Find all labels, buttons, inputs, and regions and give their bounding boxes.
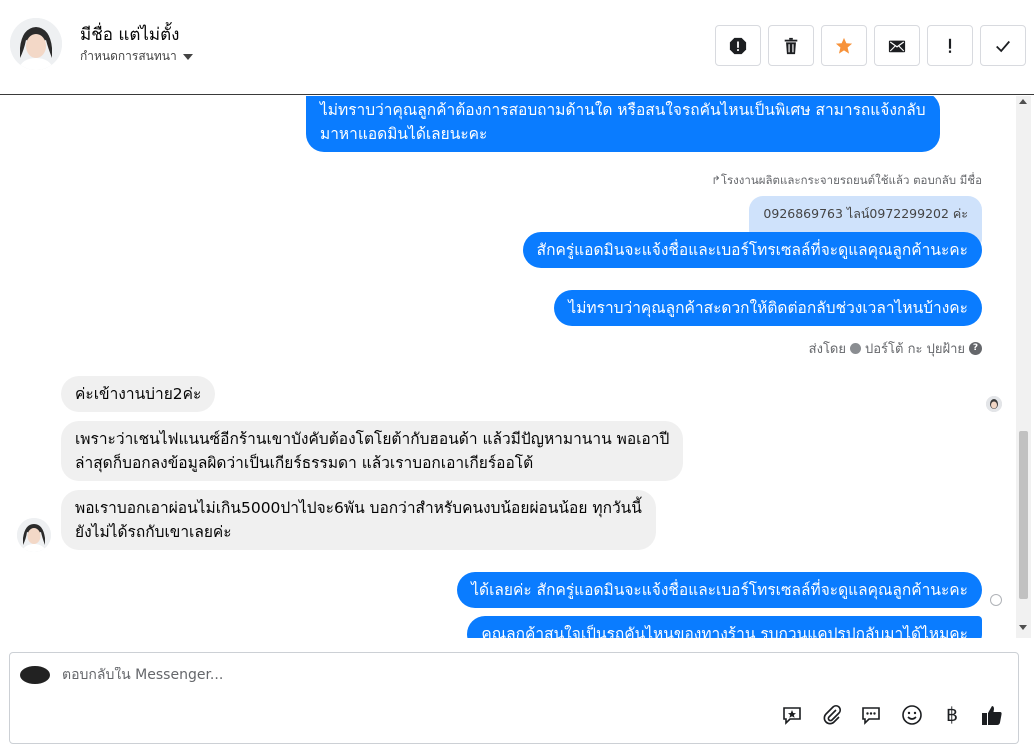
help-icon[interactable]: ?: [969, 342, 982, 355]
conversation-schedule-dropdown[interactable]: กำหนดการสนทนา: [80, 47, 193, 66]
conversation-schedule-label: กำหนดการสนทนา: [80, 49, 177, 63]
scroll-up-arrow-icon[interactable]: [1019, 99, 1027, 104]
sent-by-prefix: ส่งโดย: [808, 342, 846, 357]
contact-avatar[interactable]: [10, 18, 62, 70]
envelope-icon: [888, 40, 906, 52]
alert-octagon-icon: [729, 37, 747, 54]
trash-icon: [784, 37, 798, 54]
spam-button[interactable]: [715, 25, 761, 66]
page-badge-icon: [850, 343, 861, 354]
outgoing-message[interactable]: สักครู่แอดมินจะแจ้งชื่อและเบอร์โทรเซลล์ท…: [522, 232, 982, 268]
message-line: ล่าสุดก็บอกลงข้อมูลผิดว่าเป็นเกียร์ธรรมด…: [75, 454, 534, 472]
message-line: พอเราบอกเอาผ่อนไม่เกิน5000ปาไปจะ6พัน บอก…: [75, 499, 642, 517]
seen-avatar-icon: [986, 396, 1002, 412]
emoji-button[interactable]: [900, 703, 924, 727]
incoming-message[interactable]: ค่ะเข้างานบ่าย2ค่ะ: [61, 376, 216, 412]
thread-scrollbar[interactable]: [1016, 96, 1031, 638]
thumbs-up-icon: [982, 706, 1002, 725]
chat-bubbles-icon: [862, 707, 880, 725]
emoji-icon: [902, 705, 922, 725]
outgoing-message[interactable]: ไม่ทราบว่าคุณลูกค้าสะดวกให้ติดต่อกลับช่ว…: [554, 290, 982, 326]
header-action-bar: [715, 25, 1026, 66]
saved-reply-button[interactable]: [780, 703, 804, 727]
contact-name: มีชื่อ แต่ไม่ตั้ง: [80, 25, 180, 45]
outgoing-message[interactable]: คุณลูกค้าสนใจเป็นรถคันไหนของทางร้าน รบกว…: [467, 616, 982, 638]
baht-icon: ฿: [945, 704, 959, 726]
done-button[interactable]: [980, 25, 1026, 66]
scroll-down-arrow-icon[interactable]: [1019, 625, 1027, 630]
incoming-message[interactable]: เพราะว่าเชนไฟแนนซ์อีกร้านเขาบังคับต้องโต…: [61, 421, 684, 481]
composer-toolbar: ฿: [780, 703, 1004, 727]
message-line: ยังไม่ได้รถกับเขาเลยค่ะ: [75, 523, 232, 541]
scrollbar-thumb[interactable]: [1019, 431, 1028, 599]
delete-button[interactable]: [768, 25, 814, 66]
outgoing-message[interactable]: ไม่ทราบว่าคุณลูกค้าต้องการสอบถามด้านใด ห…: [306, 96, 940, 152]
payment-button[interactable]: ฿: [940, 703, 964, 727]
message-line: มาหาแอดมินได้เลยนะคะ: [320, 125, 488, 143]
sent-by-name[interactable]: ปอร์โต้ กะ ปุยฝ้าย: [865, 338, 965, 359]
outgoing-message[interactable]: ได้เลยค่ะ สักครู่แอดมินจะแจ้งชื่อและเบอร…: [457, 572, 982, 608]
message-line: เพราะว่าเชนไฟแนนซ์อีกร้านเขาบังคับต้องโต…: [75, 430, 670, 448]
star-button[interactable]: [821, 25, 867, 66]
reply-context-label: ↱โรงงานผลิตและกระจายรถยนต์ใช้แล้ว ตอบกลั…: [711, 173, 982, 187]
reply-input[interactable]: [62, 667, 762, 683]
message-thread: ไม่ทราบว่าคุณลูกค้าต้องการสอบถามด้านใด ห…: [0, 96, 1016, 638]
exclamation-icon: [948, 38, 952, 53]
reply-composer: ฿: [9, 652, 1019, 744]
sent-check-icon: [990, 594, 1002, 606]
message-line: ไม่ทราบว่าคุณลูกค้าต้องการสอบถามด้านใด ห…: [320, 101, 926, 119]
check-icon: [996, 40, 1010, 52]
incoming-message[interactable]: พอเราบอกเอาผ่อนไม่เกิน5000ปาไปจะ6พัน บอก…: [61, 490, 656, 550]
contact-avatar-small[interactable]: [17, 518, 51, 552]
inbox-conversation: มีชื่อ แต่ไม่ตั้ง กำหนดการสนทนา ไม่ทราบว…: [0, 0, 1034, 754]
star-icon: [835, 37, 853, 54]
conversation-header: มีชื่อ แต่ไม่ตั้ง กำหนดการสนทนา: [0, 0, 1034, 95]
saved-reply-icon: [783, 707, 801, 725]
attachment-icon: [823, 704, 842, 725]
mark-unread-button[interactable]: [874, 25, 920, 66]
attach-button[interactable]: [820, 703, 844, 727]
like-button[interactable]: [980, 703, 1004, 727]
sent-by-line: ส่งโดย ปอร์โต้ กะ ปุยฝ้าย ?: [809, 338, 982, 359]
chevron-down-icon: [182, 53, 193, 60]
quick-replies-button[interactable]: [860, 703, 884, 727]
follow-up-button[interactable]: [927, 25, 973, 66]
page-logo-icon: [20, 666, 50, 684]
